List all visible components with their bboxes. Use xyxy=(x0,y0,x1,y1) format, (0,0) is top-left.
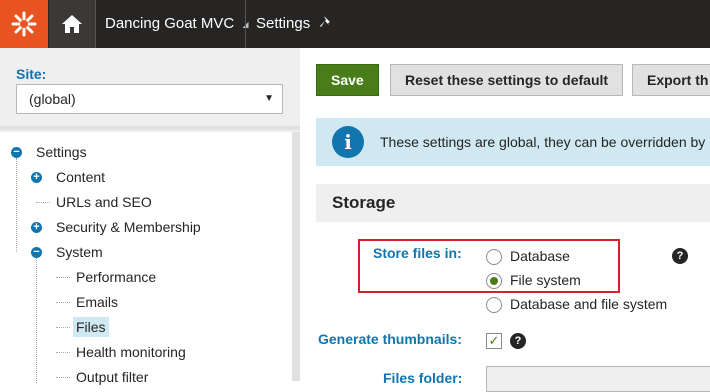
radio-database[interactable] xyxy=(486,249,502,265)
dropdown-arrow-icon: ▼ xyxy=(264,93,274,104)
settings-sidebar: Site: (global) ▼ − Settings + Content URLs a… xyxy=(0,48,300,385)
tree-guide-line xyxy=(16,158,17,252)
tree-guide-line xyxy=(56,327,70,328)
info-text: These settings are global, they can be o… xyxy=(380,134,710,150)
radio-file-system[interactable] xyxy=(486,273,502,289)
tree-item[interactable]: Performance xyxy=(76,267,156,287)
radio-database-and-file-system-label[interactable]: Database and file system xyxy=(510,296,667,312)
collapse-icon[interactable]: − xyxy=(31,247,42,258)
tree-guide-line xyxy=(56,377,70,378)
topbar-divider xyxy=(245,0,246,48)
info-icon: i xyxy=(332,126,364,158)
help-icon[interactable]: ? xyxy=(510,333,526,349)
home-icon[interactable] xyxy=(49,0,95,48)
collapse-icon[interactable]: − xyxy=(11,147,22,158)
tree-item[interactable]: Security & Membership xyxy=(56,217,201,237)
tree-item[interactable]: Emails xyxy=(76,292,118,312)
settings-tree: − Settings + Content URLs and SEO + Security &… xyxy=(0,132,292,385)
help-icon[interactable]: ? xyxy=(672,248,688,264)
reset-to-default-button[interactable]: Reset these settings to default xyxy=(390,64,624,96)
generate-thumbnails-checkbox[interactable]: ✓ xyxy=(486,333,502,349)
export-button[interactable]: Export th xyxy=(632,64,710,96)
kentico-logo-icon[interactable] xyxy=(0,0,48,48)
tree-item[interactable]: Health monitoring xyxy=(76,342,186,362)
tree-guide-line xyxy=(36,258,37,383)
site-name: Dancing Goat MVC xyxy=(105,15,235,32)
files-folder-input[interactable] xyxy=(486,366,710,392)
info-message: i These settings are global, they can be… xyxy=(316,118,710,166)
category-title: Storage xyxy=(332,193,396,212)
tree-guide-line xyxy=(56,277,70,278)
tree-scrollbar[interactable] xyxy=(292,132,300,381)
store-files-label: Store files in: xyxy=(373,245,462,261)
tree-guide-line xyxy=(56,302,70,303)
tree-item[interactable]: Files xyxy=(73,317,109,337)
save-button[interactable]: Save xyxy=(316,64,379,96)
tree-item[interactable]: Output filter xyxy=(76,367,148,387)
tree-item[interactable]: Content xyxy=(56,167,105,187)
app-name: Settings xyxy=(256,15,311,32)
top-bar: Dancing Goat MVC ◢ Settings xyxy=(0,0,710,48)
radio-file-system-label[interactable]: File system xyxy=(510,272,581,288)
category-header: Storage xyxy=(316,184,710,222)
tree-guide-line xyxy=(36,202,50,203)
generate-thumbnails-label: Generate thumbnails: xyxy=(318,331,462,347)
radio-database-label[interactable]: Database xyxy=(510,248,570,264)
topbar-divider xyxy=(95,0,96,48)
expand-icon[interactable]: + xyxy=(31,172,42,183)
radio-database-and-file-system[interactable] xyxy=(486,297,502,313)
tree-item[interactable]: URLs and SEO xyxy=(56,192,152,212)
site-selector[interactable]: Dancing Goat MVC ◢ xyxy=(105,0,249,48)
application-breadcrumb[interactable]: Settings xyxy=(256,0,331,48)
site-dropdown[interactable]: (global) ▼ xyxy=(16,84,283,114)
pin-icon[interactable] xyxy=(320,15,331,32)
tree-item[interactable]: System xyxy=(56,242,103,262)
site-dropdown-value: (global) xyxy=(29,91,76,107)
site-label: Site: xyxy=(16,66,47,82)
main-content: Save Reset these settings to default Exp… xyxy=(300,48,710,392)
sidebar-divider xyxy=(0,126,300,130)
expand-icon[interactable]: + xyxy=(31,222,42,233)
tree-guide-line xyxy=(56,352,70,353)
tree-item[interactable]: Settings xyxy=(36,142,87,162)
files-folder-label: Files folder: xyxy=(383,370,463,386)
